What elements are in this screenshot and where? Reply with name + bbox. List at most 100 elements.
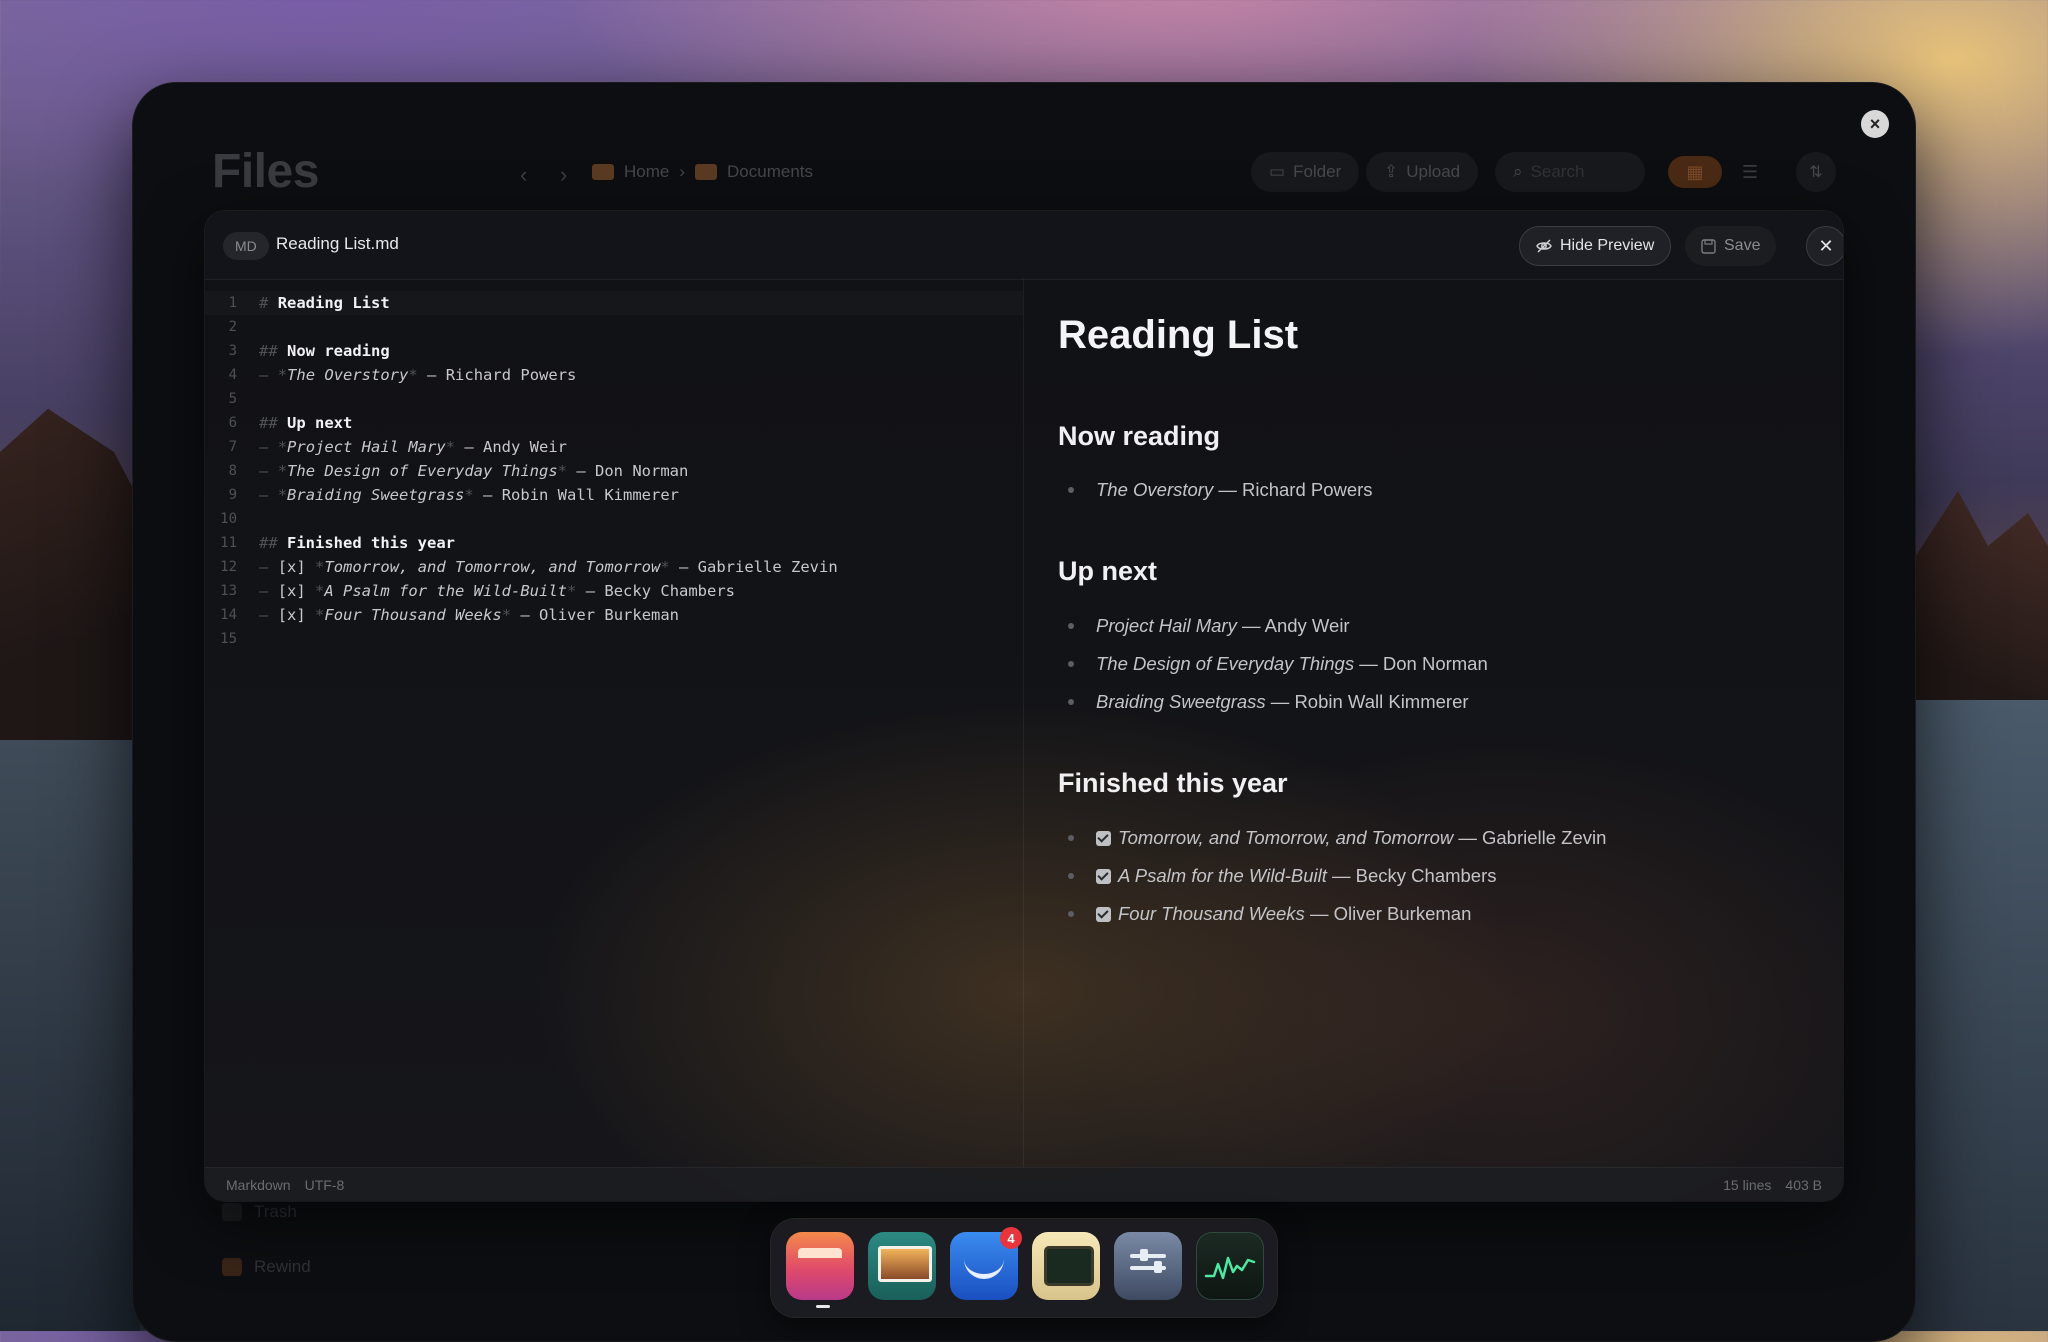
list-icon: ☰ xyxy=(1741,161,1759,182)
save-button[interactable]: Save xyxy=(1685,226,1777,266)
checked-checkbox-icon[interactable] xyxy=(1096,830,1111,846)
wallpaper-water-left xyxy=(0,740,140,1331)
sidebar-item-trash[interactable]: Trash xyxy=(222,1202,297,1222)
editor-status-bar: Markdown UTF-8 15 lines 403 B xyxy=(205,1167,1843,1201)
breadcrumb-separator-icon: › xyxy=(679,162,686,181)
code-line: 13 – [x] *A Psalm for the Wild-Built* — … xyxy=(205,579,1023,603)
preview-list-item: The Overstory — Richard Powers xyxy=(1068,479,1373,501)
book-author: — Richard Powers xyxy=(1213,479,1373,500)
task-checkbox-marker: [x] xyxy=(277,558,306,576)
markdown-preview-pane: Reading List Now reading The Overstory —… xyxy=(1058,279,1818,1167)
book-title: Project Hail Mary xyxy=(287,438,446,456)
editor-header: MD Reading List.md Hide Preview Save ✕ xyxy=(205,211,1843,280)
checked-checkbox-icon[interactable] xyxy=(1096,906,1111,922)
task-checkbox-marker: [x] xyxy=(277,582,306,600)
sidebar-item-rewind[interactable]: Rewind xyxy=(222,1257,311,1277)
book-author: — Oliver Burkeman xyxy=(520,606,680,624)
bullet-icon xyxy=(1068,911,1074,917)
list-view-button[interactable]: ☰ xyxy=(1730,156,1770,188)
book-title: The Overstory xyxy=(1096,479,1214,500)
heading-text: Reading List xyxy=(277,294,390,312)
task-checkbox-marker: [x] xyxy=(277,606,306,624)
files-app-icon[interactable] xyxy=(786,1232,854,1300)
running-indicator xyxy=(816,1305,830,1308)
window-close-button[interactable]: × xyxy=(1861,110,1889,138)
preview-task-item: Tomorrow, and Tomorrow, and Tomorrow — G… xyxy=(1068,827,1606,849)
status-language: Markdown xyxy=(226,1177,291,1193)
book-title: Tomorrow, and Tomorrow, and Tomorrow xyxy=(1118,827,1454,848)
bullet-icon xyxy=(1068,623,1074,629)
bullet-icon xyxy=(1068,487,1074,493)
emphasis-marker: * xyxy=(315,582,325,600)
settings-app-icon[interactable] xyxy=(1114,1232,1182,1300)
terminal-app-icon[interactable] xyxy=(1032,1232,1100,1300)
preview-heading-2: Up next xyxy=(1058,556,1158,586)
list-dash: – xyxy=(259,438,269,456)
line-number: 10 xyxy=(220,511,237,527)
search-input[interactable]: ⌕ Search xyxy=(1495,152,1645,192)
back-arrow-icon[interactable]: ‹ xyxy=(520,162,527,188)
close-editor-button[interactable]: ✕ xyxy=(1806,226,1843,266)
new-folder-button[interactable]: ▭ Folder xyxy=(1251,152,1360,192)
file-type-badge: MD xyxy=(223,232,269,260)
emphasis-marker: * xyxy=(277,462,288,480)
hide-preview-label: Hide Preview xyxy=(1560,237,1655,254)
trash-icon xyxy=(222,1203,242,1221)
preview-list-item: Braiding Sweetgrass — Robin Wall Kimmere… xyxy=(1068,691,1469,713)
bullet-icon xyxy=(1068,835,1074,841)
sort-icon: ⇅ xyxy=(1809,164,1823,181)
book-author: — Andy Weir xyxy=(464,438,568,456)
book-title: The Overstory xyxy=(287,366,409,384)
new-folder-label: Folder xyxy=(1293,162,1342,181)
notification-badge: 4 xyxy=(1000,1227,1022,1249)
wallpaper-water-right xyxy=(1908,700,2048,1331)
breadcrumb-home[interactable]: Home xyxy=(624,162,669,182)
upload-button[interactable]: ⇪ Upload xyxy=(1366,152,1479,192)
line-number: 12 xyxy=(220,559,237,575)
hide-preview-button[interactable]: Hide Preview xyxy=(1519,226,1672,266)
file-name: Reading List.md xyxy=(276,234,399,253)
heading-text: Finished this year xyxy=(287,534,455,552)
photos-app-icon[interactable] xyxy=(868,1232,936,1300)
status-encoding: UTF-8 xyxy=(304,1177,345,1193)
sidebar-item-label: Rewind xyxy=(254,1257,311,1276)
activity-monitor-app-icon[interactable] xyxy=(1196,1232,1264,1300)
line-number: 2 xyxy=(228,319,237,335)
checked-checkbox-icon[interactable] xyxy=(1096,868,1111,884)
code-line: 10 xyxy=(205,507,1023,531)
forward-arrow-icon[interactable]: › xyxy=(560,162,567,188)
book-title: Tomorrow, and Tomorrow, and Tomorrow xyxy=(324,558,661,576)
grid-view-button[interactable]: ▦ xyxy=(1668,156,1722,188)
book-title: A Psalm for the Wild-Built xyxy=(324,582,568,600)
line-number: 7 xyxy=(228,439,237,455)
close-icon: × xyxy=(1869,114,1881,134)
book-author: — Richard Powers xyxy=(427,366,577,384)
breadcrumb: Home › Documents xyxy=(592,162,813,182)
heading-text: Now reading xyxy=(287,342,390,360)
code-line: 11 ## Finished this year xyxy=(205,531,1023,555)
code-line: 6 ## Up next xyxy=(205,411,1023,435)
bullet-icon xyxy=(1068,873,1074,879)
line-number: 9 xyxy=(228,487,237,503)
book-title: Four Thousand Weeks xyxy=(324,606,502,624)
pane-divider[interactable] xyxy=(1023,279,1024,1167)
sort-button[interactable]: ⇅ xyxy=(1796,152,1836,192)
line-number: 1 xyxy=(228,295,237,311)
book-title: The Design of Everyday Things xyxy=(1096,653,1355,674)
heading-marker: ## xyxy=(259,414,278,432)
preview-list-item: The Design of Everyday Things — Don Norm… xyxy=(1068,653,1488,675)
app-title: Files xyxy=(212,145,319,198)
emphasis-marker: * xyxy=(277,486,288,504)
save-label: Save xyxy=(1724,237,1761,254)
list-dash: – xyxy=(259,582,269,600)
emphasis-marker: * xyxy=(557,462,567,480)
folder-plus-icon: ▭ xyxy=(1269,162,1286,181)
code-line: 14 – [x] *Four Thousand Weeks* — Oliver … xyxy=(205,603,1023,627)
status-line-count: 15 lines xyxy=(1723,1177,1772,1193)
emphasis-marker: * xyxy=(567,582,577,600)
markdown-source-pane[interactable]: 1 # Reading List 2 3 ## Now reading 4 – … xyxy=(205,279,1023,1167)
search-placeholder: Search xyxy=(1530,162,1585,181)
save-icon xyxy=(1701,238,1716,254)
book-title: The Design of Everyday Things xyxy=(287,462,558,480)
breadcrumb-documents[interactable]: Documents xyxy=(727,162,813,182)
